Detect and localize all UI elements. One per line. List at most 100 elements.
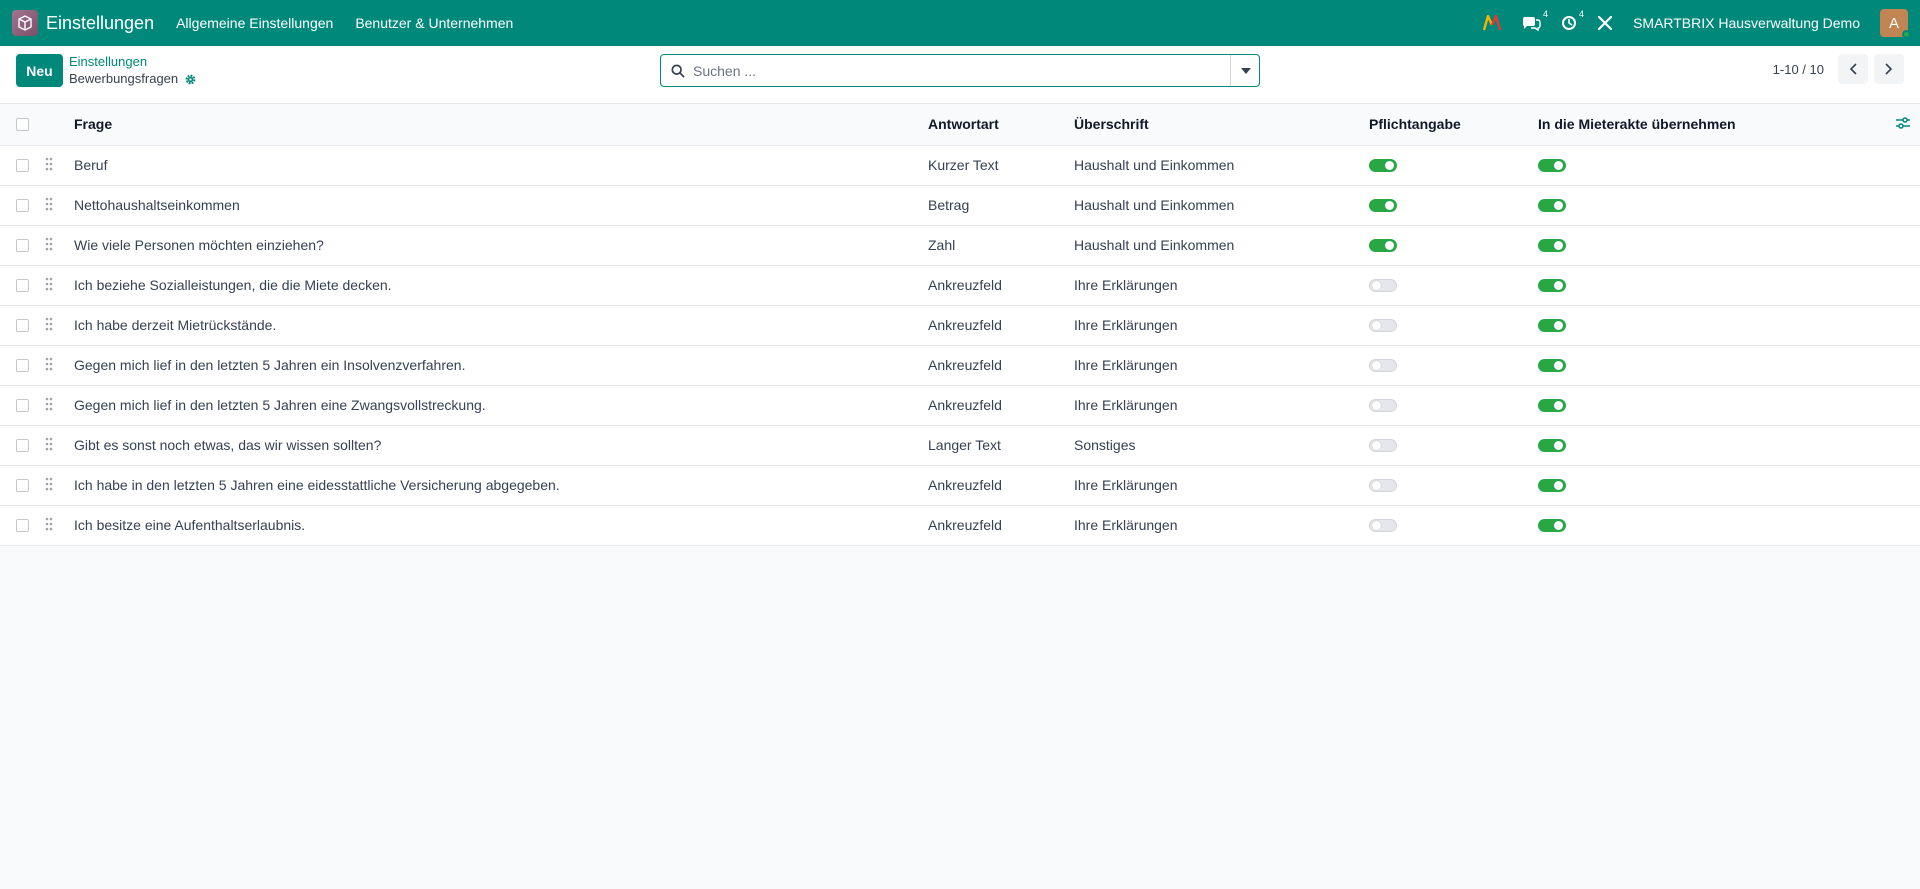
row-checkbox[interactable] bbox=[16, 398, 29, 412]
mieterakte-toggle[interactable] bbox=[1538, 278, 1566, 292]
pager-next-button[interactable] bbox=[1874, 54, 1904, 84]
mieterakte-toggle[interactable] bbox=[1538, 158, 1566, 172]
table-row[interactable]: Ich habe in den letzten 5 Jahren eine ei… bbox=[0, 465, 1920, 505]
mieterakte-toggle[interactable] bbox=[1538, 238, 1566, 252]
cell-frage[interactable]: Gegen mich lief in den letzten 5 Jahren … bbox=[74, 345, 928, 385]
mieterakte-toggle[interactable] bbox=[1538, 198, 1566, 212]
cell-ueberschrift[interactable]: Ihre Erklärungen bbox=[1074, 345, 1369, 385]
drag-handle-icon[interactable] bbox=[45, 517, 74, 534]
cell-ueberschrift[interactable]: Ihre Erklärungen bbox=[1074, 465, 1369, 505]
row-checkbox[interactable] bbox=[16, 438, 29, 452]
column-header-antwortart[interactable]: Antwortart bbox=[928, 104, 1074, 146]
drag-handle-icon[interactable] bbox=[45, 477, 74, 494]
chat-icon[interactable]: 4 bbox=[1521, 9, 1548, 31]
table-row[interactable]: Ich beziehe Sozialleistungen, die die Mi… bbox=[0, 265, 1920, 305]
cell-ueberschrift[interactable]: Ihre Erklärungen bbox=[1074, 265, 1369, 305]
user-avatar[interactable]: A bbox=[1880, 9, 1911, 39]
column-header-pflichtangabe[interactable]: Pflichtangabe bbox=[1369, 104, 1538, 146]
pflichtangabe-toggle[interactable] bbox=[1369, 398, 1397, 412]
pflichtangabe-toggle[interactable] bbox=[1369, 158, 1397, 172]
table-row[interactable]: Beruf Kurzer Text Haushalt und Einkommen bbox=[0, 145, 1920, 185]
drag-handle-icon[interactable] bbox=[45, 237, 74, 254]
cell-antwortart[interactable]: Ankreuzfeld bbox=[928, 305, 1074, 345]
select-all-checkbox[interactable] bbox=[16, 117, 29, 131]
column-header-ueberschrift[interactable]: Überschrift bbox=[1074, 104, 1369, 146]
activity-clock-icon[interactable]: 4 bbox=[1561, 9, 1584, 31]
pflichtangabe-toggle[interactable] bbox=[1369, 358, 1397, 372]
cell-ueberschrift[interactable]: Haushalt und Einkommen bbox=[1074, 145, 1369, 185]
table-row[interactable]: Gibt es sonst noch etwas, das wir wissen… bbox=[0, 425, 1920, 465]
new-button[interactable]: Neu bbox=[16, 54, 63, 87]
search-input[interactable] bbox=[693, 62, 1230, 79]
mieterakte-toggle[interactable] bbox=[1538, 398, 1566, 412]
cell-antwortart[interactable]: Ankreuzfeld bbox=[928, 465, 1074, 505]
pflichtangabe-toggle[interactable] bbox=[1369, 238, 1397, 252]
cell-frage[interactable]: Wie viele Personen möchten einziehen? bbox=[74, 225, 928, 265]
mieterakte-toggle[interactable] bbox=[1538, 518, 1566, 532]
row-checkbox[interactable] bbox=[16, 238, 29, 252]
search-options-toggle[interactable] bbox=[1230, 55, 1259, 86]
row-checkbox[interactable] bbox=[16, 358, 29, 372]
cell-antwortart[interactable]: Ankreuzfeld bbox=[928, 265, 1074, 305]
drag-handle-icon[interactable] bbox=[45, 317, 74, 334]
pflichtangabe-toggle[interactable] bbox=[1369, 438, 1397, 452]
table-row[interactable]: Ich besitze eine Aufenthaltserlaubnis. An… bbox=[0, 505, 1920, 545]
drag-handle-icon[interactable] bbox=[45, 437, 74, 454]
app-logo-icon[interactable] bbox=[12, 10, 38, 36]
m-logo-icon[interactable] bbox=[1483, 15, 1502, 31]
debug-tools-icon[interactable] bbox=[1597, 15, 1613, 31]
pager-previous-button[interactable] bbox=[1838, 54, 1868, 84]
cell-frage[interactable]: Ich habe derzeit Mietrückstände. bbox=[74, 305, 928, 345]
cell-ueberschrift[interactable]: Ihre Erklärungen bbox=[1074, 505, 1369, 545]
row-checkbox[interactable] bbox=[16, 198, 29, 212]
mieterakte-toggle[interactable] bbox=[1538, 358, 1566, 372]
row-checkbox[interactable] bbox=[16, 158, 29, 172]
mieterakte-toggle[interactable] bbox=[1538, 478, 1566, 492]
table-row[interactable]: Wie viele Personen möchten einziehen? Zah… bbox=[0, 225, 1920, 265]
column-settings-icon[interactable] bbox=[1896, 117, 1910, 129]
cell-ueberschrift[interactable]: Haushalt und Einkommen bbox=[1074, 185, 1369, 225]
drag-handle-icon[interactable] bbox=[45, 277, 74, 294]
cell-antwortart[interactable]: Kurzer Text bbox=[928, 145, 1074, 185]
cell-antwortart[interactable]: Betrag bbox=[928, 185, 1074, 225]
row-checkbox[interactable] bbox=[16, 478, 29, 492]
cell-antwortart[interactable]: Langer Text bbox=[928, 425, 1074, 465]
cell-frage[interactable]: Beruf bbox=[74, 145, 928, 185]
cell-antwortart[interactable]: Ankreuzfeld bbox=[928, 345, 1074, 385]
cell-ueberschrift[interactable]: Ihre Erklärungen bbox=[1074, 385, 1369, 425]
cell-antwortart[interactable]: Ankreuzfeld bbox=[928, 385, 1074, 425]
column-header-mieterakte[interactable]: In die Mieterakte übernehmen bbox=[1538, 104, 1880, 146]
menu-item-allgemeine-einstellungen[interactable]: Allgemeine Einstellungen bbox=[176, 15, 333, 31]
cell-frage[interactable]: Nettohaushaltseinkommen bbox=[74, 185, 928, 225]
drag-handle-icon[interactable] bbox=[45, 357, 74, 374]
mieterakte-toggle[interactable] bbox=[1538, 438, 1566, 452]
cell-ueberschrift[interactable]: Haushalt und Einkommen bbox=[1074, 225, 1369, 265]
pager-value[interactable]: 1-10 / 10 bbox=[1773, 62, 1824, 77]
pflichtangabe-toggle[interactable] bbox=[1369, 278, 1397, 292]
pflichtangabe-toggle[interactable] bbox=[1369, 318, 1397, 332]
table-row[interactable]: Nettohaushaltseinkommen Betrag Haushalt un… bbox=[0, 185, 1920, 225]
menu-item-benutzer-unternehmen[interactable]: Benutzer & Unternehmen bbox=[355, 15, 513, 31]
cell-frage[interactable]: Gegen mich lief in den letzten 5 Jahren … bbox=[74, 385, 928, 425]
cell-ueberschrift[interactable]: Ihre Erklärungen bbox=[1074, 305, 1369, 345]
column-header-frage[interactable]: Frage bbox=[74, 104, 928, 146]
pflichtangabe-toggle[interactable] bbox=[1369, 518, 1397, 532]
breadcrumb-parent-link[interactable]: Einstellungen bbox=[69, 54, 197, 70]
drag-handle-icon[interactable] bbox=[45, 157, 74, 174]
drag-handle-icon[interactable] bbox=[45, 197, 74, 214]
mieterakte-toggle[interactable] bbox=[1538, 318, 1566, 332]
table-row[interactable]: Ich habe derzeit Mietrückstände. Ankreuzf… bbox=[0, 305, 1920, 345]
cell-antwortart[interactable]: Ankreuzfeld bbox=[928, 505, 1074, 545]
cell-frage[interactable]: Ich besitze eine Aufenthaltserlaubnis. bbox=[74, 505, 928, 545]
cell-frage[interactable]: Gibt es sonst noch etwas, das wir wissen… bbox=[74, 425, 928, 465]
table-row[interactable]: Gegen mich lief in den letzten 5 Jahren … bbox=[0, 345, 1920, 385]
cell-frage[interactable]: Ich habe in den letzten 5 Jahren eine ei… bbox=[74, 465, 928, 505]
company-switcher[interactable]: SMARTBRIX Hausverwaltung Demo bbox=[1633, 15, 1860, 31]
pflichtangabe-toggle[interactable] bbox=[1369, 198, 1397, 212]
pflichtangabe-toggle[interactable] bbox=[1369, 478, 1397, 492]
cell-antwortart[interactable]: Zahl bbox=[928, 225, 1074, 265]
table-row[interactable]: Gegen mich lief in den letzten 5 Jahren … bbox=[0, 385, 1920, 425]
drag-handle-icon[interactable] bbox=[45, 397, 74, 414]
gear-icon[interactable] bbox=[184, 73, 197, 86]
row-checkbox[interactable] bbox=[16, 518, 29, 532]
